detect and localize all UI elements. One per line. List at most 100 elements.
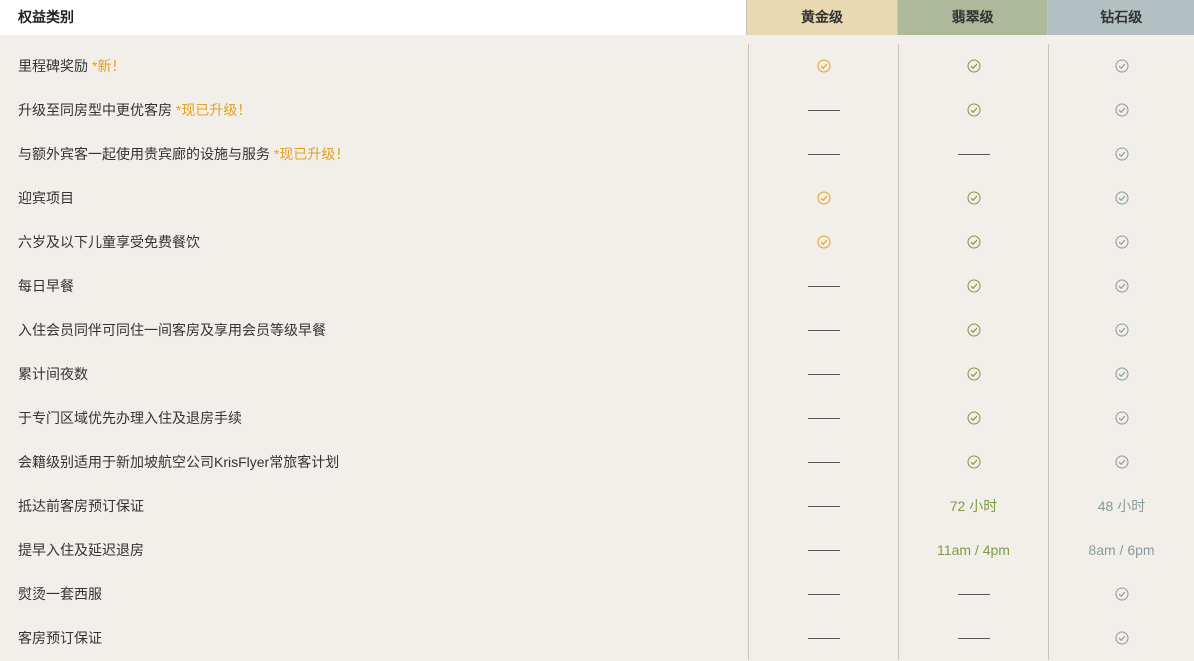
check-icon [1115,147,1129,161]
benefit-name: 里程碑奖励 [18,58,88,74]
benefit-name: 入住会员同伴可同住一间客房及享用会员等级早餐 [18,322,326,338]
benefit-label: 于专门区域优先办理入住及退房手续 [0,396,748,440]
tier-cell-diamond [1048,396,1194,440]
tier-cell-diamond: 48 小时 [1048,484,1194,528]
check-icon [1115,59,1129,73]
benefit-label: 与额外宾客一起使用贵宾廊的设施与服务 *现已升级！ [0,132,748,176]
benefit-label: 提早入住及延迟退房 [0,528,748,572]
tier-cell-emerald [898,572,1048,616]
table-row: 于专门区域优先办理入住及退房手续 [0,396,1194,440]
tier-cell-emerald [898,616,1048,660]
tier-value: 72 小时 [949,498,998,514]
check-icon [1115,587,1129,601]
tier-cell-gold [748,440,898,484]
benefit-name: 提早入住及延迟退房 [18,542,144,558]
dash-icon [807,549,840,551]
table-row: 里程碑奖励 *新！ [0,44,1194,88]
benefit-label: 熨烫一套西服 [0,572,748,616]
tier-cell-diamond [1048,352,1194,396]
table-row: 客房预订保证 [0,616,1194,660]
tier-cell-gold [748,616,898,660]
check-icon [967,191,981,205]
tier-header-gold: 黄金级 [746,0,897,35]
check-icon [1115,411,1129,425]
table-row: 与额外宾客一起使用贵宾廊的设施与服务 *现已升级！ [0,132,1194,176]
tier-cell-gold [748,220,898,264]
benefit-name: 客房预订保证 [18,630,102,646]
check-icon [817,59,831,73]
tier-cell-diamond [1048,132,1194,176]
tier-cell-gold [748,88,898,132]
benefit-tag: *新！ [88,58,126,74]
tier-cell-diamond [1048,440,1194,484]
check-icon [967,411,981,425]
dash-icon [807,285,840,287]
dash-icon [807,417,840,419]
table-row: 累计间夜数 [0,352,1194,396]
benefit-label: 每日早餐 [0,264,748,308]
tier-cell-gold [748,176,898,220]
check-icon [1115,191,1129,205]
benefit-name: 抵达前客房预订保证 [18,498,144,514]
tier-cell-emerald [898,176,1048,220]
tier-cell-gold [748,44,898,88]
benefit-label: 里程碑奖励 *新！ [0,44,748,88]
dash-icon [807,153,840,155]
benefit-name: 累计间夜数 [18,366,88,382]
check-icon [817,235,831,249]
check-icon [967,59,981,73]
check-icon [1115,631,1129,645]
dash-icon [807,373,840,375]
table-row: 六岁及以下儿童享受免费餐饮 [0,220,1194,264]
table-row: 每日早餐 [0,264,1194,308]
tier-cell-emerald [898,264,1048,308]
tier-cell-gold [748,308,898,352]
check-icon [1115,235,1129,249]
check-icon [967,367,981,381]
tier-value: 8am / 6pm [1088,542,1155,558]
tier-cell-gold [748,132,898,176]
dash-icon [957,637,990,639]
benefit-name: 于专门区域优先办理入住及退房手续 [18,410,242,426]
tier-cell-diamond: 8am / 6pm [1048,528,1194,572]
check-icon [817,191,831,205]
benefit-tag: *现已升级！ [270,146,350,162]
dash-icon [807,593,840,595]
benefit-name: 迎宾项目 [18,190,74,206]
tier-header-diamond: 钻石级 [1047,0,1194,35]
benefit-name: 六岁及以下儿童享受免费餐饮 [18,234,200,250]
tier-cell-gold [748,396,898,440]
benefit-name: 与额外宾客一起使用贵宾廊的设施与服务 [18,146,270,162]
benefit-label: 客房预订保证 [0,616,748,660]
dash-icon [807,637,840,639]
tier-cell-emerald [898,440,1048,484]
benefit-name: 每日早餐 [18,278,74,294]
tier-cell-diamond [1048,572,1194,616]
check-icon [1115,279,1129,293]
benefit-name: 升级至同房型中更优客房 [18,102,172,118]
table-row: 入住会员同伴可同住一间客房及享用会员等级早餐 [0,308,1194,352]
check-icon [967,279,981,293]
benefit-label: 升级至同房型中更优客房 *现已升级！ [0,88,748,132]
table-header: 权益类别 黄金级 翡翠级 钻石级 [0,0,1194,35]
table-row: 升级至同房型中更优客房 *现已升级！ [0,88,1194,132]
tier-cell-emerald [898,308,1048,352]
tier-cell-gold [748,352,898,396]
tier-value: 48 小时 [1097,498,1146,514]
benefit-label: 迎宾项目 [0,176,748,220]
category-header: 权益类别 [0,0,747,35]
dash-icon [807,461,840,463]
tier-cell-diamond [1048,308,1194,352]
check-icon [1115,455,1129,469]
benefit-rows: 里程碑奖励 *新！ 升级至同房型中更优客房 *现已升级！ 与额外宾客一起使用贵宾廊的… [0,35,1194,661]
tier-cell-diamond [1048,616,1194,660]
benefit-name: 熨烫一套西服 [18,586,102,602]
benefit-label: 累计间夜数 [0,352,748,396]
table-row: 会籍级别适用于新加坡航空公司KrisFlyer常旅客计划 [0,440,1194,484]
benefits-table: 权益类别 黄金级 翡翠级 钻石级 里程碑奖励 *新！ 升级至同房型中更优客房 *现… [0,0,1194,661]
tier-cell-emerald [898,352,1048,396]
check-icon [967,455,981,469]
benefit-label: 会籍级别适用于新加坡航空公司KrisFlyer常旅客计划 [0,440,748,484]
check-icon [967,103,981,117]
tier-cell-diamond [1048,88,1194,132]
